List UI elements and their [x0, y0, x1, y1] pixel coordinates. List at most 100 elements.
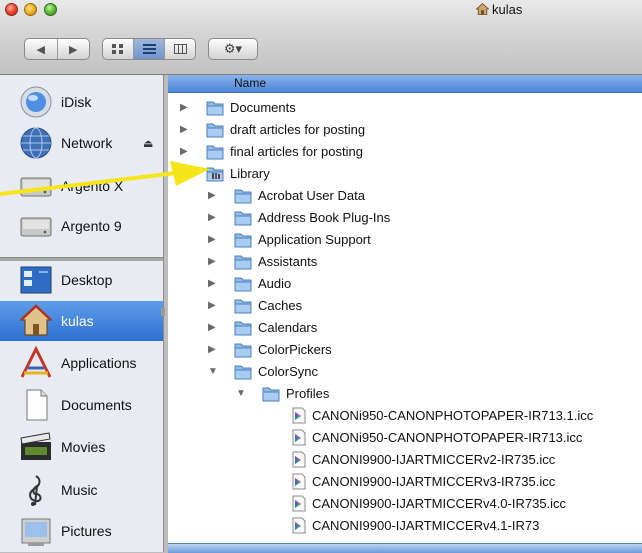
- back-forward-control: ◀ ▶: [24, 38, 90, 60]
- home-icon: [19, 304, 53, 336]
- disclosure-triangle-collapsed-icon[interactable]: ▶: [208, 212, 220, 224]
- sidebar-item-desktop[interactable]: Desktop: [0, 260, 163, 300]
- icc-profile-file-icon: [292, 495, 306, 512]
- applications-icon: [20, 346, 52, 378]
- folder-icon: [234, 255, 252, 270]
- disclosure-triangle-collapsed-icon[interactable]: ▶: [180, 146, 192, 158]
- row-label: Profiles: [286, 386, 330, 401]
- close-window-button[interactable]: [5, 3, 18, 16]
- row-label: CANONi950-CANONPHOTOPAPER-IR713.icc: [312, 430, 583, 445]
- row-label: final articles for posting: [230, 144, 363, 159]
- folder-row[interactable]: ▶ Address Book Plug-Ins: [168, 207, 642, 229]
- idisk-icon: [20, 86, 52, 118]
- sidebar-item-movies[interactable]: Movies: [0, 427, 163, 467]
- folder-row[interactable]: ▶ Assistants: [168, 251, 642, 273]
- disclosure-triangle-collapsed-icon[interactable]: ▶: [180, 124, 192, 136]
- folder-icon: [206, 145, 224, 160]
- sidebar-item-label: Movies: [61, 439, 106, 455]
- folder-row[interactable]: ▶ Application Support: [168, 229, 642, 251]
- folder-row[interactable]: ▶ Acrobat User Data: [168, 185, 642, 207]
- folder-icon: [234, 277, 252, 292]
- sidebar-item-idisk[interactable]: iDisk: [0, 82, 163, 122]
- forward-arrow-icon: ▶: [69, 43, 78, 56]
- home-icon: [476, 3, 489, 15]
- disclosure-triangle-collapsed-icon[interactable]: ▶: [208, 278, 220, 290]
- disclosure-triangle-collapsed-icon[interactable]: ▶: [208, 322, 220, 334]
- folder-icon: [234, 299, 252, 314]
- sidebar-item-applications[interactable]: Applications: [0, 343, 163, 383]
- folder-icon: [206, 101, 224, 116]
- sidebar-item-music[interactable]: Music: [0, 470, 163, 510]
- icc-profile-file-icon: [292, 517, 306, 534]
- back-arrow-icon: ◀: [36, 43, 45, 56]
- file-row[interactable]: CANONI9900-IJARTMICCERv4.1-IR73: [168, 515, 642, 537]
- sidebar-item-kulas[interactable]: kulas: [0, 301, 163, 341]
- sidebar: iDisk Network ⏏ Argento X Argento 9 Desk…: [0, 75, 165, 552]
- hard-drive-icon: [20, 217, 52, 237]
- sidebar-item-label: Pictures: [61, 523, 112, 539]
- folder-row[interactable]: ▶ Calendars: [168, 317, 642, 339]
- pictures-icon: [21, 518, 51, 546]
- folder-icon: [234, 233, 252, 248]
- action-menu-cell: ⚙▾: [209, 39, 257, 59]
- file-list: Name ▶ Documents ▶ draft articles for posti…: [168, 75, 642, 553]
- sidebar-item-label: iDisk: [61, 94, 92, 110]
- icon-view-button[interactable]: [103, 39, 134, 59]
- folder-icon: [206, 123, 224, 138]
- file-row[interactable]: CANONI9900-IJARTMICCERv2-IR735.icc: [168, 449, 642, 471]
- list-view-button[interactable]: [134, 39, 165, 59]
- sidebar-item-label: kulas: [61, 313, 94, 329]
- window-title-text: kulas: [492, 2, 523, 17]
- row-label: Application Support: [258, 232, 371, 247]
- column-header-name[interactable]: Name: [168, 75, 642, 93]
- sidebar-item-pictures[interactable]: Pictures: [0, 511, 163, 551]
- sidebar-resize-handle[interactable]: [161, 308, 165, 316]
- disclosure-triangle-collapsed-icon[interactable]: ▶: [208, 300, 220, 312]
- row-label: Assistants: [258, 254, 318, 269]
- folder-row[interactable]: ▶ final articles for posting: [168, 141, 642, 163]
- folder-row[interactable]: ▶ Audio: [168, 273, 642, 295]
- disclosure-triangle-collapsed-icon[interactable]: ▶: [208, 256, 220, 268]
- sidebar-item-label: Music: [61, 482, 98, 498]
- row-label: Documents: [230, 100, 296, 115]
- folder-icon: [234, 189, 252, 204]
- sidebar-item-label: Documents: [61, 397, 132, 413]
- row-label: Address Book Plug-Ins: [258, 210, 391, 225]
- gear-icon: ⚙▾: [223, 41, 243, 56]
- folder-row[interactable]: ▼Library: [168, 163, 642, 185]
- folder-row[interactable]: ▶ Caches: [168, 295, 642, 317]
- file-row[interactable]: CANONI9900-IJARTMICCERv3-IR735.icc: [168, 471, 642, 493]
- disclosure-triangle-collapsed-icon[interactable]: ▶: [180, 102, 192, 114]
- row-label: CANONI9900-IJARTMICCERv2-IR735.icc: [312, 452, 556, 467]
- action-menu-button[interactable]: ⚙▾: [208, 38, 258, 60]
- icc-profile-file-icon: [292, 473, 306, 490]
- file-row[interactable]: CANONI9900-IJARTMICCERv4.0-IR735.icc: [168, 493, 642, 515]
- file-row[interactable]: CANONi950-CANONPHOTOPAPER-IR713.1.icc: [168, 405, 642, 427]
- disclosure-triangle-collapsed-icon[interactable]: ▶: [208, 234, 220, 246]
- view-mode-control: [102, 38, 196, 60]
- folder-icon: [234, 211, 252, 226]
- forward-button[interactable]: ▶: [58, 39, 90, 59]
- sidebar-item-network[interactable]: Network ⏏: [0, 123, 163, 163]
- sidebar-item-label: Argento 9: [61, 218, 122, 234]
- folder-icon: [234, 343, 252, 358]
- disclosure-triangle-expanded-icon[interactable]: ▼: [236, 388, 248, 400]
- column-header-label: Name: [234, 76, 267, 90]
- eject-icon[interactable]: ⏏: [143, 137, 153, 150]
- sidebar-item-argento-9[interactable]: Argento 9: [0, 206, 163, 246]
- minimize-window-button[interactable]: [24, 3, 37, 16]
- folder-row[interactable]: ▼ Profiles: [168, 383, 642, 405]
- column-view-button[interactable]: [165, 39, 195, 59]
- folder-row[interactable]: ▼ ColorSync: [168, 361, 642, 383]
- folder-row[interactable]: ▶ ColorPickers: [168, 339, 642, 361]
- back-button[interactable]: ◀: [25, 39, 58, 59]
- disclosure-triangle-collapsed-icon[interactable]: ▶: [208, 344, 220, 356]
- sidebar-item-documents[interactable]: Documents: [0, 385, 163, 425]
- file-row[interactable]: CANONi950-CANONPHOTOPAPER-IR713.icc: [168, 427, 642, 449]
- zoom-window-button[interactable]: [44, 3, 57, 16]
- window-toolbar: kulas ◀ ▶ ⚙▾: [0, 0, 642, 75]
- folder-row[interactable]: ▶ draft articles for posting: [168, 119, 642, 141]
- disclosure-triangle-expanded-icon[interactable]: ▼: [208, 366, 220, 378]
- folder-row[interactable]: ▶ Documents: [168, 97, 642, 119]
- network-globe-icon: [20, 127, 52, 159]
